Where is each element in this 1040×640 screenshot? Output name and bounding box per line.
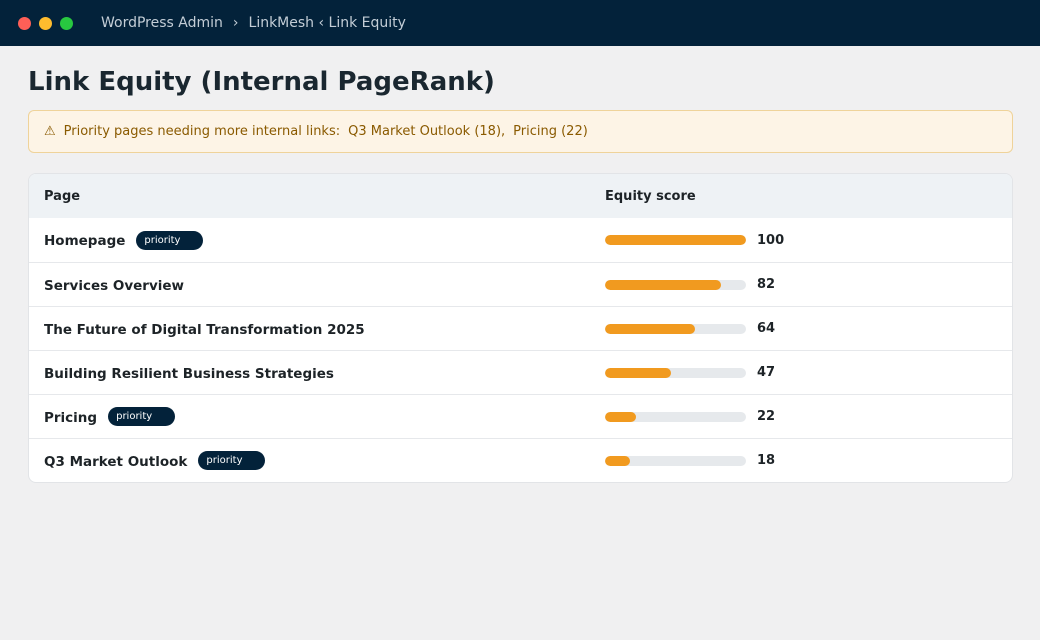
breadcrumb-separator: › <box>232 15 239 31</box>
priority-badge: priority <box>108 407 176 426</box>
notice-item-q3-market-outlook[interactable]: Q3 Market Outlook (18), <box>348 124 505 139</box>
notice-item-pricing[interactable]: Pricing (22) <box>513 124 588 139</box>
minimize-window-button[interactable] <box>39 16 52 30</box>
close-window-button[interactable] <box>18 16 31 30</box>
window-controls <box>18 16 73 30</box>
equity-score-value: 22 <box>757 409 776 424</box>
breadcrumb-item-wordpress-admin[interactable]: WordPress Admin <box>101 15 223 31</box>
table-body: Homepage priority 100 Services Overview 8… <box>29 218 1012 482</box>
table-row[interactable]: Building Resilient Business Strategies 4… <box>29 350 1012 394</box>
breadcrumb-item-link-equity: LinkMesh ‹ Link Equity <box>248 15 406 31</box>
equity-score-value: 18 <box>757 453 776 468</box>
table-row[interactable]: Services Overview 82 <box>29 262 1012 306</box>
column-header-equity-score[interactable]: Equity score <box>605 189 1012 204</box>
page-title: Link Equity (Internal PageRank) <box>28 67 495 97</box>
breadcrumb: WordPress Admin › LinkMesh ‹ Link Equity <box>101 15 406 31</box>
equity-score-value: 47 <box>757 365 776 380</box>
equity-bar-fill <box>605 367 672 378</box>
equity-bar-fill <box>605 279 721 290</box>
warning-icon: ⚠ <box>44 124 56 139</box>
equity-bar <box>605 323 746 334</box>
column-header-page[interactable]: Page <box>29 189 605 204</box>
equity-bar-fill <box>605 455 631 466</box>
equity-bar <box>605 455 746 466</box>
link-equity-table: Page Equity score Homepage priority 100 S… <box>28 173 1013 483</box>
priority-notice: ⚠ Priority pages needing more internal l… <box>28 110 1013 153</box>
page-name[interactable]: Homepage <box>44 233 125 249</box>
table-row[interactable]: Homepage priority 100 <box>29 218 1012 262</box>
equity-score-value: 82 <box>757 277 776 292</box>
page-name[interactable]: Services Overview <box>44 278 184 294</box>
table-row[interactable]: The Future of Digital Transformation 202… <box>29 306 1012 350</box>
page-name[interactable]: Pricing <box>44 410 97 426</box>
window-titlebar: WordPress Admin › LinkMesh ‹ Link Equity <box>0 0 1040 46</box>
equity-bar-fill <box>605 235 746 245</box>
priority-badge: priority <box>136 230 204 250</box>
equity-score-value: 64 <box>757 321 776 336</box>
table-row[interactable]: Q3 Market Outlook priority 18 <box>29 438 1012 482</box>
table-row[interactable]: Pricing priority 22 <box>29 394 1012 438</box>
equity-bar <box>605 367 746 378</box>
main-content: Link Equity (Internal PageRank) ⚠ Priori… <box>0 66 1040 483</box>
equity-bar-fill <box>605 323 696 334</box>
equity-score-value: 100 <box>757 232 785 248</box>
page-name[interactable]: Q3 Market Outlook <box>44 454 187 470</box>
page-name[interactable]: The Future of Digital Transformation 202… <box>44 322 365 338</box>
page-name[interactable]: Building Resilient Business Strategies <box>44 366 334 382</box>
equity-bar-fill <box>605 411 637 422</box>
equity-bar <box>605 411 746 422</box>
notice-label: Priority pages needing more internal lin… <box>63 124 341 139</box>
equity-bar <box>605 235 746 245</box>
table-header: Page Equity score <box>29 174 1012 218</box>
maximize-window-button[interactable] <box>60 16 73 30</box>
priority-badge: priority <box>198 451 266 470</box>
equity-bar <box>605 279 746 290</box>
